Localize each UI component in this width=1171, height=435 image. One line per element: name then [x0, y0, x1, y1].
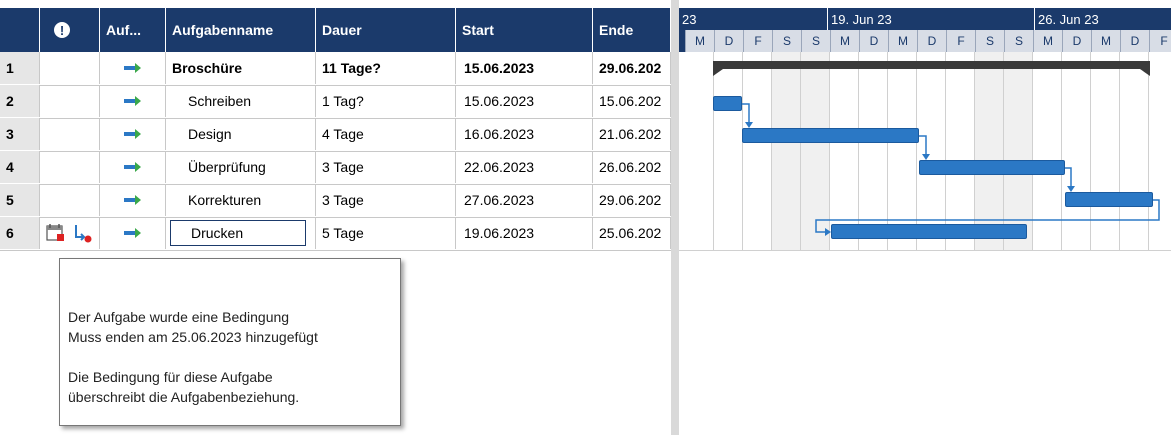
task-start[interactable]: 22.06.2023 — [456, 151, 593, 183]
view-splitter[interactable] — [671, 0, 679, 435]
tooltip-line: überschreibt die Aufgabenbeziehung. — [68, 389, 300, 405]
task-duration[interactable]: 1 Tag? — [316, 85, 456, 117]
indicators-cell — [40, 151, 100, 183]
header-duration[interactable]: Dauer — [316, 8, 456, 52]
indicators-cell — [40, 52, 100, 84]
task-mode-cell[interactable] — [100, 151, 166, 183]
dependency-links — [742, 103, 1160, 236]
row-id[interactable]: 3 — [0, 118, 40, 150]
task-duration[interactable]: 5 Tage — [316, 217, 456, 249]
tooltip-line: Der Aufgabe wurde eine Bedingung — [68, 309, 290, 325]
task-start[interactable]: 27.06.2023 — [456, 184, 593, 216]
header-start[interactable]: Start — [456, 8, 593, 52]
task-mode-cell[interactable] — [100, 85, 166, 117]
task-name[interactable]: Korrekturen — [166, 184, 316, 216]
task-name[interactable]: Design — [166, 118, 316, 150]
task-start[interactable]: 16.06.2023 — [456, 118, 593, 150]
task-name[interactable]: Überprüfung — [166, 151, 316, 183]
row-id[interactable]: 6 — [0, 217, 40, 249]
task-end[interactable]: 29.06.202 — [593, 52, 671, 84]
auto-scheduled-icon — [123, 162, 141, 172]
task-duration[interactable]: 3 Tage — [316, 151, 456, 183]
constraint-tooltip: Der Aufgabe wurde eine Bedingung Muss end… — [59, 258, 401, 426]
tooltip-line: Muss enden am 25.06.2023 hinzugefügt — [68, 329, 318, 345]
calendar-constraint-icon[interactable] — [46, 223, 68, 243]
table-row[interactable]: 4 Überprüfung 3 Tage 22.06.2023 26.06.20… — [0, 151, 671, 185]
table-row[interactable]: 6 Drucken 5 Tage 19.06.2023 25.06.202 — [0, 217, 671, 251]
header-indicators[interactable]: ! — [40, 8, 100, 52]
task-end[interactable]: 26.06.202 — [593, 151, 671, 183]
task-end[interactable]: 15.06.202 — [593, 85, 671, 117]
row-id[interactable]: 2 — [0, 85, 40, 117]
header-row-select[interactable] — [0, 8, 40, 52]
table-row[interactable]: 2 Schreiben 1 Tag? 15.06.2023 15.06.202 — [0, 85, 671, 119]
task-start[interactable]: 15.06.2023 — [456, 52, 593, 84]
header-end[interactable]: Ende — [593, 8, 671, 52]
row-id[interactable]: 4 — [0, 151, 40, 183]
auto-scheduled-icon — [123, 96, 141, 106]
table-row[interactable]: 1 Broschüre 11 Tage? 15.06.2023 29.06.20… — [0, 52, 671, 86]
auto-scheduled-icon — [123, 228, 141, 238]
header-task-mode[interactable]: Auf... — [100, 8, 166, 52]
table-row[interactable]: 5 Korrekturen 3 Tage 27.06.2023 29.06.20… — [0, 184, 671, 218]
gantt-chart[interactable]: 23 19. Jun 23 26. Jun 23 MDFSSMDMDFSSMDM… — [679, 0, 1171, 435]
auto-scheduled-icon — [123, 129, 141, 139]
indicators-cell — [40, 184, 100, 216]
indicators-cell — [40, 85, 100, 117]
task-name[interactable]: Schreiben — [166, 85, 316, 117]
task-name[interactable]: Broschüre — [166, 52, 316, 84]
task-mode-cell[interactable] — [100, 217, 166, 249]
task-end[interactable]: 25.06.202 — [593, 217, 671, 249]
indicators-cell — [40, 217, 100, 249]
task-mode-cell[interactable] — [100, 184, 166, 216]
indicators-cell — [40, 118, 100, 150]
table-row[interactable]: 3 Design 4 Tage 16.06.2023 21.06.202 — [0, 118, 671, 152]
info-exclamation-icon: ! — [54, 22, 70, 38]
task-start[interactable]: 19.06.2023 — [456, 217, 593, 249]
row-id[interactable]: 1 — [0, 52, 40, 84]
scheduling-conflict-icon[interactable] — [72, 223, 92, 243]
task-start[interactable]: 15.06.2023 — [456, 85, 593, 117]
task-end[interactable]: 21.06.202 — [593, 118, 671, 150]
header-task-name[interactable]: Aufgabenname — [166, 8, 316, 52]
task-duration[interactable]: 11 Tage? — [316, 52, 456, 84]
auto-scheduled-icon — [123, 63, 141, 73]
task-name-edit-field[interactable]: Drucken — [170, 220, 306, 246]
tooltip-line: Die Bedingung für diese Aufgabe — [68, 369, 273, 385]
task-mode-cell[interactable] — [100, 118, 166, 150]
row-id[interactable]: 5 — [0, 184, 40, 216]
auto-scheduled-icon — [123, 195, 141, 205]
task-name-cell[interactable]: Drucken — [166, 217, 316, 249]
task-duration[interactable]: 3 Tage — [316, 184, 456, 216]
task-mode-cell[interactable] — [100, 52, 166, 84]
task-end[interactable]: 29.06.202 — [593, 184, 671, 216]
task-duration[interactable]: 4 Tage — [316, 118, 456, 150]
